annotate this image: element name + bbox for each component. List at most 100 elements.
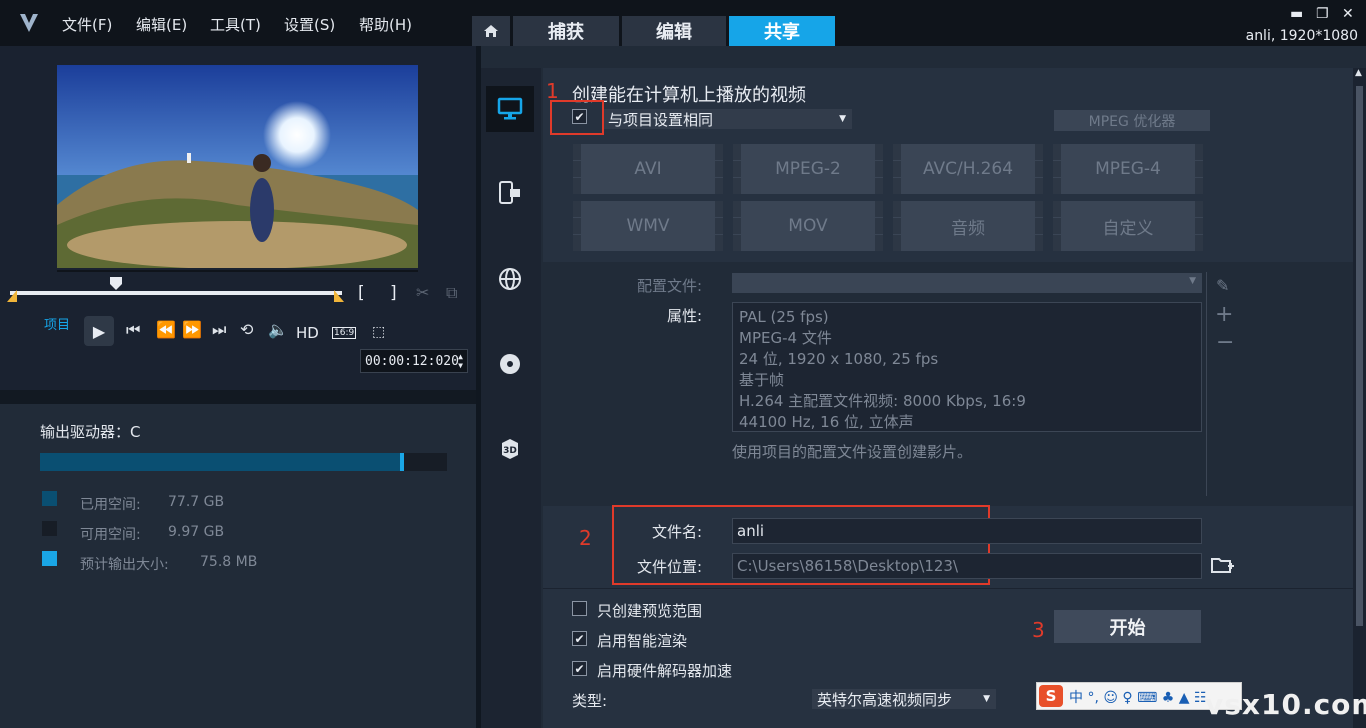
attribute-line: 44100 Hz, 16 位, 立体声 xyxy=(739,413,914,431)
timecode-display[interactable]: 00:00:12:020 ▲ ▼ xyxy=(360,349,468,373)
profile-preset-value: 与项目设置相同 xyxy=(608,110,714,129)
drive-used-fill xyxy=(40,453,402,471)
computer-category-button[interactable] xyxy=(486,86,534,132)
hw-decode-checkbox[interactable]: ✔ xyxy=(572,661,587,676)
go-to-end-icon[interactable]: ⏭ xyxy=(212,320,226,340)
remove-profile-icon[interactable]: − xyxy=(1216,330,1234,355)
chevron-down-icon: ▼ xyxy=(1189,276,1196,286)
edit-profile-icon[interactable]: ✎ xyxy=(1216,276,1229,295)
format-mpeg2-button[interactable]: MPEG-2 xyxy=(733,144,883,194)
trim-start-handle[interactable] xyxy=(7,290,17,302)
menu-file[interactable]: 文件(F) xyxy=(62,14,112,35)
home-icon xyxy=(484,25,498,37)
annotation-number-3: 3 xyxy=(1032,618,1045,642)
scrollbar[interactable]: ▲ xyxy=(1353,68,1366,728)
enlarge-preview-icon[interactable]: ⧉ xyxy=(446,283,457,303)
format-custom-button[interactable]: 自定义 xyxy=(1053,201,1203,251)
file-location-label: 文件位置: xyxy=(636,558,702,576)
output-drive-label: 输出驱动器：C xyxy=(40,423,141,441)
attribute-line: PAL (25 fps) xyxy=(739,308,829,326)
format-avc-button[interactable]: AVC/H.264 xyxy=(893,144,1043,194)
web-icon[interactable] xyxy=(498,267,522,291)
options-divider xyxy=(543,588,1353,589)
format-wmv-button[interactable]: WMV xyxy=(573,201,723,251)
mpeg-optimizer-button[interactable]: MPEG 优化器 xyxy=(1054,110,1210,131)
ime-status-icons: 中 °, ☺ ♀ ⌨ ♣ ▲ ☷ xyxy=(1069,690,1207,706)
menu-help[interactable]: 帮助(H) xyxy=(359,14,412,35)
hw-decode-label: 启用硬件解码器加速 xyxy=(597,662,733,680)
start-button[interactable]: 开始 xyxy=(1054,610,1201,643)
type-label: 类型: xyxy=(572,692,608,710)
smart-render-checkbox[interactable]: ✔ xyxy=(572,631,587,646)
file-location-input[interactable]: C:\Users\86158\Desktop\123\ xyxy=(732,553,1202,579)
mark-out-button[interactable]: ] xyxy=(390,283,397,303)
tab-share[interactable]: 共享 xyxy=(729,16,835,46)
timecode-stepper-icon[interactable]: ▲ ▼ xyxy=(458,352,463,370)
device-icon[interactable] xyxy=(497,180,523,206)
preview-frame xyxy=(57,65,418,268)
estimate-label: 预计输出大小: xyxy=(80,557,169,573)
left-divider xyxy=(0,390,476,404)
minimize-icon[interactable]: ▬ xyxy=(1290,6,1303,22)
format-avi-button[interactable]: AVI xyxy=(573,144,723,194)
scroll-up-icon[interactable]: ▲ xyxy=(1355,68,1362,78)
app-logo-icon[interactable] xyxy=(18,10,40,34)
timecode-value: 00:00:12:020 xyxy=(365,353,459,369)
filename-label: 文件名: xyxy=(651,523,702,541)
type-dropdown[interactable]: 英特尔高速视频同步 ▼ xyxy=(812,689,996,709)
mark-in-button[interactable]: [ xyxy=(358,283,365,303)
repeat-icon[interactable]: ⟲ xyxy=(240,320,253,339)
watermark: vsx10.com xyxy=(1205,688,1366,721)
same-as-project-checkbox[interactable]: ✔ xyxy=(572,109,587,124)
attribute-line: 24 位, 1920 x 1080, 25 fps xyxy=(739,350,939,368)
free-space-swatch xyxy=(42,521,57,536)
share-category-sidebar xyxy=(481,68,541,728)
attribute-line: H.264 主配置文件视频: 8000 Kbps, 16:9 xyxy=(739,392,1026,410)
browse-folder-icon[interactable] xyxy=(1211,555,1235,575)
menu-edit[interactable]: 编辑(E) xyxy=(136,14,187,35)
previous-frame-icon[interactable]: ⏪ xyxy=(156,320,176,339)
playhead-marker[interactable] xyxy=(110,277,122,290)
profile-dropdown[interactable]: ▼ xyxy=(732,273,1202,293)
volume-icon[interactable]: 🔈 xyxy=(268,320,288,339)
trim-bar[interactable] xyxy=(10,291,342,295)
tab-capture[interactable]: 捕获 xyxy=(513,16,619,46)
format-audio-button[interactable]: 音频 xyxy=(893,201,1043,251)
smart-render-label: 启用智能渲染 xyxy=(597,632,688,650)
crop-icon[interactable]: ⬚ xyxy=(372,324,385,340)
tab-edit[interactable]: 编辑 xyxy=(622,16,726,46)
attributes-box: PAL (25 fps) MPEG-4 文件 24 位, 1920 x 1080… xyxy=(732,302,1202,432)
menu-settings[interactable]: 设置(S) xyxy=(284,14,335,35)
trim-end-handle[interactable] xyxy=(334,290,344,302)
menu-tools[interactable]: 工具(T) xyxy=(210,14,261,35)
aspect-ratio-button[interactable]: 16:9 xyxy=(332,327,357,339)
restore-icon[interactable]: ❐ xyxy=(1316,6,1329,22)
format-mpeg4-button[interactable]: MPEG-4 xyxy=(1053,144,1203,194)
profile-preset-dropdown[interactable]: 与项目设置相同 ▼ xyxy=(604,109,852,129)
play-button[interactable]: ▶ xyxy=(84,316,114,346)
split-clip-icon[interactable]: ✂ xyxy=(416,283,429,302)
filename-input[interactable]: anli xyxy=(732,518,1202,544)
type-value: 英特尔高速视频同步 xyxy=(817,690,953,709)
format-mov-button[interactable]: MOV xyxy=(733,201,883,251)
used-space-label: 已用空间: xyxy=(80,497,141,513)
go-to-start-icon[interactable]: ⏮ xyxy=(126,320,140,340)
next-frame-icon[interactable]: ⏩ xyxy=(182,320,202,339)
close-icon[interactable]: ✕ xyxy=(1342,6,1354,22)
project-resolution: anli, 1920*1080 xyxy=(1245,28,1358,44)
drive-estimate-marker xyxy=(400,453,404,471)
drive-usage-bar xyxy=(40,453,447,471)
preview-range-checkbox[interactable] xyxy=(572,601,587,616)
annotation-number-2: 2 xyxy=(579,526,592,550)
estimate-value: 75.8 MB xyxy=(200,554,258,570)
disc-icon[interactable] xyxy=(498,352,522,376)
video-preview[interactable] xyxy=(57,65,418,268)
home-tab[interactable] xyxy=(472,16,510,46)
project-mode-label[interactable]: 项目 xyxy=(44,314,70,333)
add-profile-icon[interactable]: + xyxy=(1215,302,1233,327)
hd-preview-button[interactable]: HD xyxy=(296,324,319,342)
ime-logo-icon: S xyxy=(1039,685,1063,707)
scroll-thumb[interactable] xyxy=(1356,86,1363,626)
chevron-down-icon: ▼ xyxy=(839,114,846,124)
3d-icon[interactable]: 3D xyxy=(498,437,522,461)
